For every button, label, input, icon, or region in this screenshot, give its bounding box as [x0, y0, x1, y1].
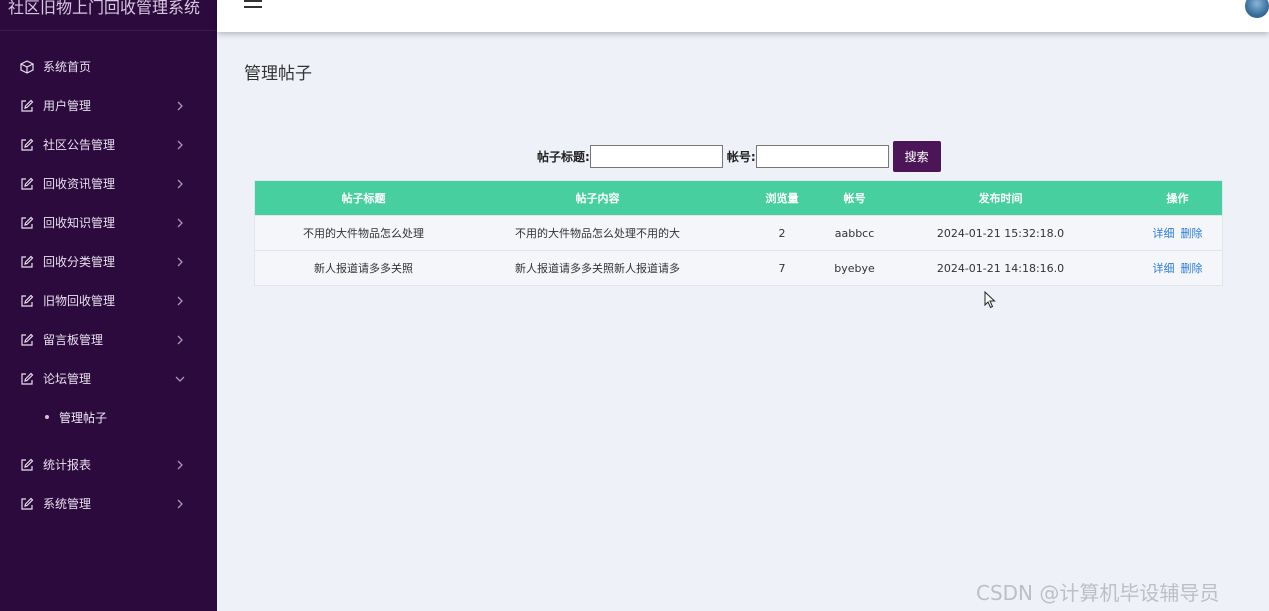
- cell-content: 新人报道请多多关照新人报道请多: [515, 262, 680, 275]
- edit-icon: [19, 457, 35, 473]
- sidebar-item-label: 旧物回收管理: [43, 294, 116, 308]
- sidebar-item-forum[interactable]: 论坛管理: [0, 359, 217, 398]
- chevron-right-icon: [177, 460, 183, 469]
- sidebar-item-announcements[interactable]: 社区公告管理: [0, 125, 217, 164]
- column-header-actions: 操作: [1166, 192, 1189, 205]
- cell-account: aabbcc: [834, 226, 875, 240]
- search-bar: 帖子标题: 帐号: 搜索: [537, 141, 941, 172]
- mouse-cursor-icon: [984, 291, 996, 309]
- column-header-title: 帖子标题: [341, 192, 386, 205]
- post-title-input[interactable]: [589, 145, 723, 168]
- cell-views: 2: [778, 226, 786, 240]
- column-header-time: 发布时间: [978, 192, 1023, 205]
- sidebar-item-label: 社区公告管理: [43, 138, 116, 152]
- chevron-right-icon: [177, 257, 183, 266]
- detail-link[interactable]: 详细: [1153, 225, 1175, 241]
- chevron-right-icon: [177, 218, 183, 227]
- page-title: 管理帖子: [244, 64, 312, 84]
- edit-icon: [19, 332, 35, 348]
- detail-link[interactable]: 详细: [1153, 260, 1175, 276]
- sidebar-item-home[interactable]: 系统首页: [0, 47, 217, 86]
- chevron-right-icon: [177, 499, 183, 508]
- sidebar-item-item-recycling[interactable]: 旧物回收管理: [0, 281, 217, 320]
- column-header-content: 帖子内容: [575, 192, 620, 205]
- table-row: 新人报道请多多关照 新人报道请多多关照新人报道请多 7 byebye 2024-…: [255, 250, 1222, 285]
- chevron-right-icon: [177, 140, 183, 149]
- account-input[interactable]: [755, 145, 889, 168]
- avatar[interactable]: [1245, 0, 1269, 18]
- sidebar-item-label: 留言板管理: [43, 333, 104, 347]
- sidebar-item-statistics[interactable]: 统计报表: [0, 445, 217, 484]
- table-header: 帖子标题 帖子内容 浏览量 帐号 发布时间 操作: [255, 181, 1222, 215]
- edit-icon: [19, 496, 35, 512]
- sidebar-item-label: 回收资讯管理: [43, 177, 116, 191]
- posts-table: 帖子标题 帖子内容 浏览量 帐号 发布时间 操作 不用的大件物品怎么处理 不用的…: [254, 180, 1223, 286]
- hamburger-menu-icon[interactable]: [244, 0, 262, 14]
- edit-icon: [19, 215, 35, 231]
- cell-title: 新人报道请多多关照: [314, 262, 413, 275]
- chevron-right-icon: [177, 296, 183, 305]
- sidebar-item-recycle-category[interactable]: 回收分类管理: [0, 242, 217, 281]
- delete-link[interactable]: 删除: [1181, 225, 1203, 241]
- sidebar-item-recycle-news[interactable]: 回收资讯管理: [0, 164, 217, 203]
- edit-icon: [19, 137, 35, 153]
- chevron-down-icon: [175, 376, 185, 382]
- sidebar-subitem-manage-posts[interactable]: 管理帖子: [0, 402, 217, 432]
- edit-icon: [19, 176, 35, 192]
- sidebar-item-label: 论坛管理: [43, 372, 92, 386]
- edit-icon: [19, 293, 35, 309]
- chevron-right-icon: [177, 335, 183, 344]
- sidebar-item-label: 用户管理: [43, 99, 92, 113]
- account-label: 帐号:: [726, 150, 756, 164]
- app-title-bar: 社区旧物上门回收管理系统: [0, 0, 217, 31]
- post-title-label: 帖子标题:: [537, 150, 590, 164]
- bullet-icon: [45, 415, 49, 419]
- cell-time: 2024-01-21 15:32:18.0: [936, 226, 1065, 240]
- app-title: 社区旧物上门回收管理系统: [8, 0, 201, 17]
- edit-icon: [19, 371, 35, 387]
- sidebar: 社区旧物上门回收管理系统 系统首页 用户管理 社区公告管理 回收资讯管理 回收知…: [0, 0, 217, 611]
- sidebar-item-label: 系统管理: [43, 497, 92, 511]
- watermark: CSDN @计算机毕设辅导员: [976, 581, 1220, 605]
- sidebar-item-label: 回收知识管理: [43, 216, 116, 230]
- cell-actions: 详细 删除: [1133, 216, 1222, 250]
- cell-actions: 详细 删除: [1133, 251, 1222, 285]
- cube-icon: [19, 59, 35, 75]
- cell-title: 不用的大件物品怎么处理: [303, 227, 424, 240]
- delete-link[interactable]: 删除: [1181, 260, 1203, 276]
- sidebar-item-label: 系统首页: [43, 60, 92, 74]
- sidebar-item-label: 回收分类管理: [43, 255, 116, 269]
- chevron-right-icon: [177, 179, 183, 188]
- sidebar-item-recycle-knowledge[interactable]: 回收知识管理: [0, 203, 217, 242]
- table-row: 不用的大件物品怎么处理 不用的大件物品怎么处理不用的大 2 aabbcc 202…: [255, 215, 1222, 250]
- sidebar-item-label: 统计报表: [43, 458, 92, 472]
- cell-content: 不用的大件物品怎么处理不用的大: [515, 227, 680, 240]
- top-bar: [217, 0, 1269, 32]
- cell-views: 7: [778, 261, 786, 275]
- column-header-account: 帐号: [843, 192, 866, 205]
- search-button[interactable]: 搜索: [892, 141, 941, 172]
- column-header-views: 浏览量: [765, 192, 799, 205]
- cell-time: 2024-01-21 14:18:16.0: [936, 261, 1065, 275]
- cell-account: byebye: [834, 261, 875, 275]
- sidebar-item-system[interactable]: 系统管理: [0, 484, 217, 523]
- edit-icon: [19, 254, 35, 270]
- edit-icon: [19, 98, 35, 114]
- chevron-right-icon: [177, 101, 183, 110]
- sidebar-item-users[interactable]: 用户管理: [0, 86, 217, 125]
- sidebar-subitem-label: 管理帖子: [59, 410, 108, 425]
- sidebar-item-message-board[interactable]: 留言板管理: [0, 320, 217, 359]
